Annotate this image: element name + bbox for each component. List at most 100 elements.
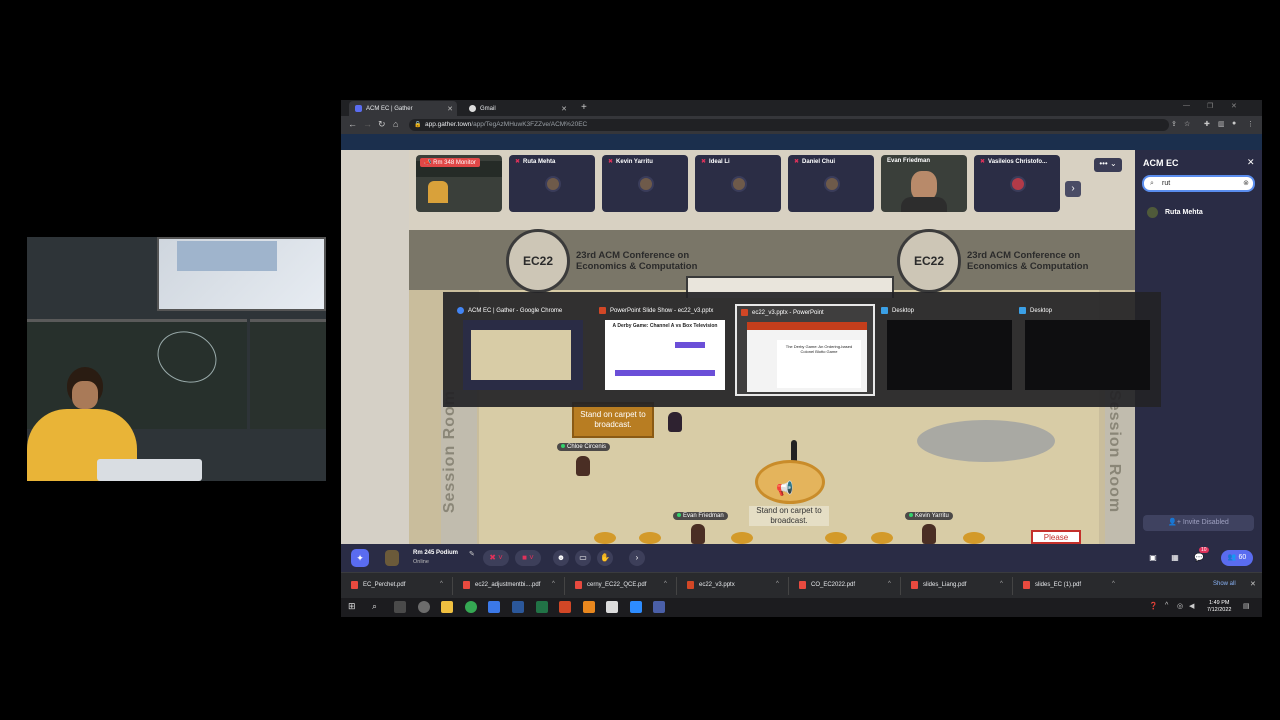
reload-icon[interactable]: ↻ bbox=[378, 119, 386, 130]
avatar[interactable] bbox=[576, 456, 590, 476]
participant-tile[interactable]: ✖ Daniel Chui bbox=[788, 155, 874, 212]
chevron-up-icon[interactable]: ^ bbox=[1000, 581, 1003, 587]
zoom-icon[interactable] bbox=[630, 601, 642, 613]
clock-app-icon[interactable] bbox=[418, 601, 430, 613]
tab-gather[interactable]: ACM EC | Gather ✕ bbox=[349, 101, 457, 116]
app-icon[interactable] bbox=[653, 601, 665, 613]
my-avatar[interactable] bbox=[385, 550, 399, 566]
folder-icon[interactable] bbox=[488, 601, 500, 613]
seat bbox=[871, 532, 893, 544]
switcher-item-powerpoint[interactable]: ec22_v3.pptx - PowerPoint The Derby Game… bbox=[735, 304, 875, 396]
clear-search-icon[interactable]: ⊗ bbox=[1243, 177, 1249, 190]
word-icon[interactable] bbox=[512, 601, 524, 613]
close-downloads-icon[interactable]: ✕ bbox=[1250, 580, 1256, 588]
download-item[interactable]: EC_Perchet.pdf bbox=[351, 581, 405, 589]
participant-tile[interactable]: Evan Friedman bbox=[881, 155, 967, 212]
search-result-item[interactable]: Ruta Mehta bbox=[1147, 207, 1203, 218]
pdf-icon bbox=[799, 581, 806, 589]
download-item[interactable]: ec22_v3.pptx bbox=[687, 581, 735, 589]
invite-button[interactable]: 👤+ Invite Disabled bbox=[1143, 515, 1254, 531]
show-all-downloads-link[interactable]: Show all bbox=[1213, 581, 1236, 587]
powerpoint-taskbar-icon[interactable] bbox=[559, 601, 571, 613]
participant-tile[interactable]: ✖ Ruta Mehta bbox=[509, 155, 595, 212]
switcher-item-slideshow[interactable]: PowerPoint Slide Show - ec22_v3.pptx A D… bbox=[595, 304, 733, 396]
task-view-icon[interactable] bbox=[394, 601, 406, 613]
windows-start-icon[interactable]: ⊞ bbox=[348, 601, 356, 612]
download-item[interactable]: cerny_EC22_QCE.pdf bbox=[575, 581, 646, 589]
file-explorer-icon[interactable] bbox=[441, 601, 453, 613]
back-icon[interactable]: ← bbox=[348, 119, 357, 129]
chevron-up-icon[interactable]: ^ bbox=[664, 581, 667, 587]
mic-toggle-button[interactable]: ✖ ˅ bbox=[483, 550, 509, 566]
avatar[interactable] bbox=[922, 524, 936, 544]
help-icon[interactable]: ❓ bbox=[1149, 602, 1158, 610]
sidepanel-icon[interactable]: ▥ bbox=[1218, 120, 1225, 128]
camera-toggle-button[interactable]: ■ ˅ bbox=[515, 550, 541, 566]
switcher-item-desktop-2[interactable]: Desktop bbox=[1015, 304, 1153, 396]
home-icon[interactable]: ⌂ bbox=[393, 119, 398, 129]
close-tab-icon[interactable]: ✕ bbox=[447, 105, 453, 113]
presenter-webcam bbox=[27, 237, 326, 481]
download-filename: EC_Perchet.pdf bbox=[363, 582, 406, 588]
raise-hand-button[interactable]: ✋ bbox=[597, 550, 613, 566]
switcher-item-desktop-1[interactable]: Desktop bbox=[877, 304, 1015, 396]
result-name: Ruta Mehta bbox=[1165, 209, 1203, 216]
desktop-icon bbox=[881, 307, 888, 314]
participant-tile[interactable]: ✖ Ideal Li bbox=[695, 155, 781, 212]
chevron-up-icon[interactable]: ^ bbox=[776, 581, 779, 587]
vlc-icon[interactable] bbox=[583, 601, 595, 613]
chevron-up-icon[interactable]: ^ bbox=[552, 581, 555, 587]
powerpoint-icon bbox=[599, 307, 606, 314]
close-tab-icon[interactable]: ✕ bbox=[561, 105, 567, 113]
emote-button[interactable]: ☻ bbox=[553, 550, 569, 566]
participant-tile[interactable]: ✖ Vasileios Christofo... bbox=[974, 155, 1060, 212]
chevron-up-icon[interactable]: ^ bbox=[1112, 581, 1115, 587]
screen-share-button[interactable]: ▭ bbox=[575, 550, 591, 566]
chrome-icon bbox=[457, 307, 464, 314]
avatar[interactable] bbox=[691, 524, 705, 544]
my-status: Online bbox=[413, 559, 429, 565]
new-tab-icon[interactable]: + bbox=[581, 102, 587, 113]
expand-toolbar-button[interactable]: › bbox=[629, 550, 645, 566]
pdf-icon bbox=[1023, 581, 1030, 589]
notepad-icon[interactable] bbox=[606, 601, 618, 613]
restore-icon[interactable]: ❐ bbox=[1207, 102, 1213, 110]
switcher-item-chrome[interactable]: ACM EC | Gather - Google Chrome bbox=[453, 304, 591, 396]
excel-icon[interactable] bbox=[536, 601, 548, 613]
participant-search-input[interactable]: ⌕ rut ⊗ bbox=[1142, 175, 1255, 192]
bookmark-star-icon[interactable]: ☆ bbox=[1184, 120, 1190, 128]
download-item[interactable]: ec22_adjustmentbi....pdf bbox=[463, 581, 540, 589]
minimize-icon[interactable]: — bbox=[1183, 102, 1190, 109]
edit-status-icon[interactable]: ✎ bbox=[469, 550, 475, 558]
announcement-icon[interactable]: ▣ bbox=[1145, 550, 1161, 566]
chrome-taskbar-icon[interactable] bbox=[465, 601, 477, 613]
download-item[interactable]: slides_Liang.pdf bbox=[911, 581, 966, 589]
close-panel-icon[interactable]: ✕ bbox=[1247, 157, 1255, 168]
network-icon[interactable]: ◎ bbox=[1177, 602, 1183, 610]
participant-name: Ideal Li bbox=[709, 158, 730, 165]
participant-tile[interactable]: ✖ Kevin Yarritu bbox=[602, 155, 688, 212]
gather-menu-button[interactable]: ✦ bbox=[351, 549, 369, 567]
notifications-icon[interactable]: ▤ bbox=[1243, 602, 1250, 610]
url-input[interactable]: 🔒 app.gather.town/app/TegAzMHuwK3FZZve/A… bbox=[409, 119, 1169, 131]
next-participants-button[interactable]: › bbox=[1065, 181, 1081, 197]
forward-icon[interactable]: → bbox=[363, 119, 372, 129]
extensions-icon[interactable]: ✚ bbox=[1204, 120, 1210, 128]
more-options-button[interactable]: ••• ⌄ bbox=[1094, 158, 1122, 172]
download-item[interactable]: CO_EC2022.pdf bbox=[799, 581, 855, 589]
participants-button[interactable]: 👥 60 bbox=[1221, 550, 1253, 566]
close-window-icon[interactable]: ✕ bbox=[1231, 102, 1237, 110]
share-icon[interactable]: ⇪ bbox=[1171, 120, 1177, 128]
menu-kebab-icon[interactable]: ⋮ bbox=[1247, 120, 1254, 128]
taskbar-clock[interactable]: 1:49 PM 7/12/2022 bbox=[1207, 600, 1231, 614]
calendar-icon[interactable]: ▦ bbox=[1167, 550, 1183, 566]
profile-icon[interactable]: ● bbox=[1232, 120, 1236, 127]
search-icon[interactable]: ⌕ bbox=[372, 601, 377, 612]
download-item[interactable]: slides_EC (1).pdf bbox=[1023, 581, 1081, 589]
chevron-up-icon[interactable]: ^ bbox=[440, 581, 443, 587]
chevron-up-icon[interactable]: ^ bbox=[888, 581, 891, 587]
volume-icon[interactable]: ◀ bbox=[1189, 602, 1194, 610]
avatar[interactable] bbox=[668, 412, 682, 432]
tab-gmail[interactable]: Gmail ✕ bbox=[463, 101, 571, 116]
chevron-up-icon[interactable]: ^ bbox=[1165, 602, 1168, 609]
